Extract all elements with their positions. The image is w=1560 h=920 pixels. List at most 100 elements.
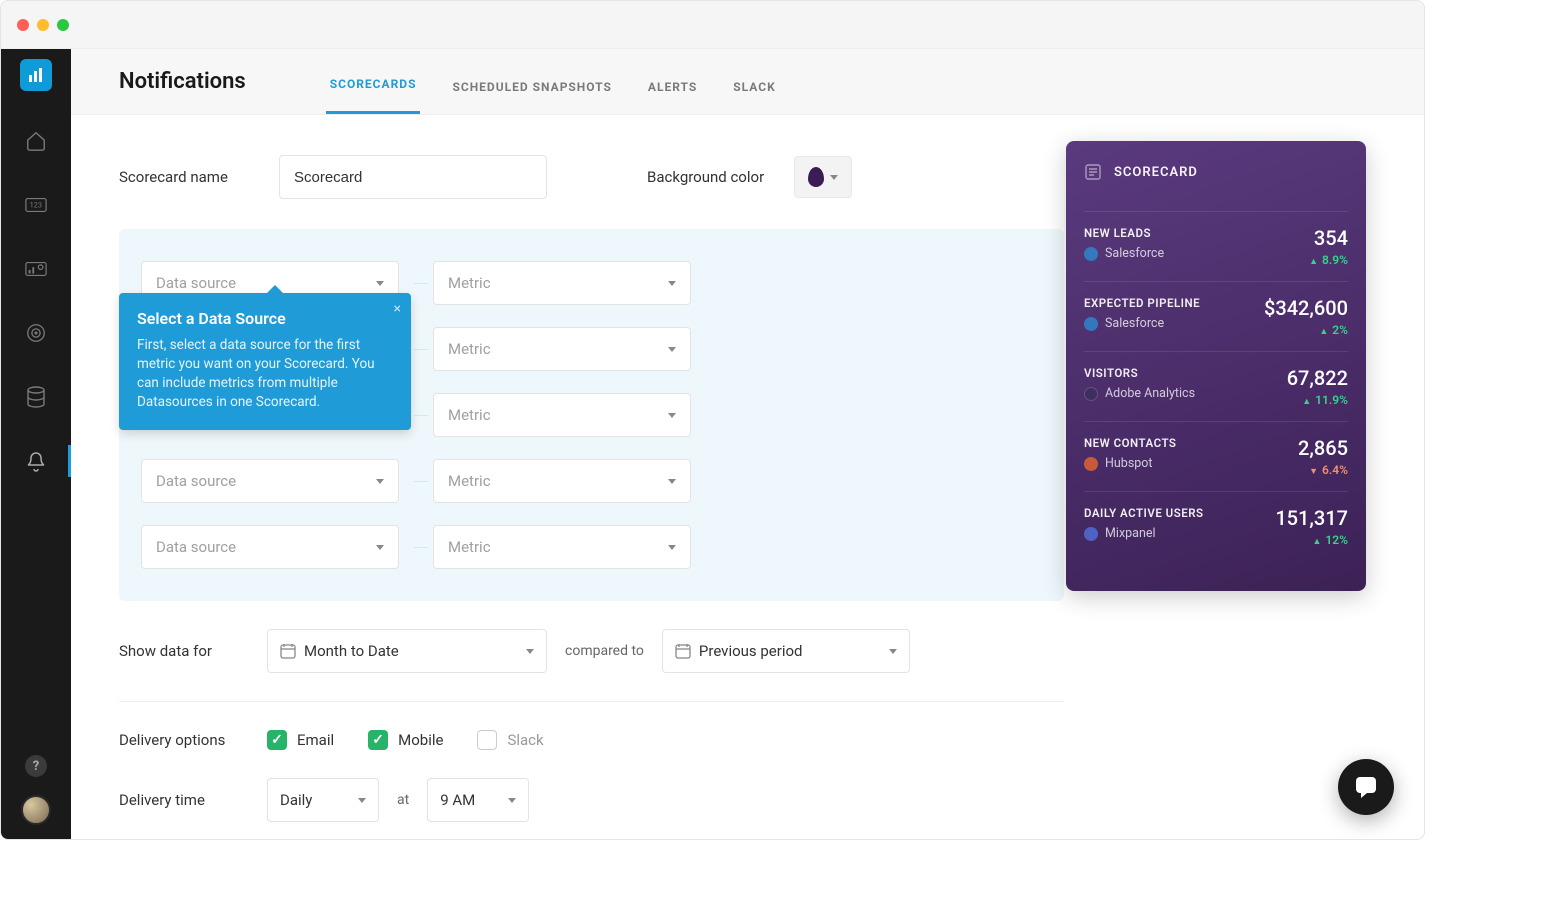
scorecard-name-input[interactable] [279, 155, 547, 199]
delivery-time-row: Delivery time Daily at 9 AM [119, 778, 1064, 822]
metric-select[interactable]: Metric [433, 327, 691, 371]
metric-row: Data source Metric [141, 459, 1042, 503]
hour-select[interactable]: 9 AM [427, 778, 529, 822]
divider [119, 701, 1064, 702]
metric-delta: 8.9% [1309, 253, 1348, 267]
window-titlebar [1, 1, 1424, 49]
scorecard-item: NEW LEADS Salesforce 354 8.9% [1084, 211, 1348, 281]
window-close-button[interactable] [17, 19, 29, 31]
sidebar-item-home[interactable] [1, 121, 71, 161]
coachmark-title: Select a Data Source [137, 309, 393, 328]
sidebar-item-metrics[interactable]: 123 [1, 185, 71, 225]
delivery-options: Email Mobile Slack [267, 730, 544, 750]
metric-select[interactable]: Metric [433, 459, 691, 503]
tab-scheduled-snapshots[interactable]: Scheduled Snapshots [448, 80, 615, 114]
sidebar-item-dashboards[interactable] [1, 249, 71, 289]
scorecard-icon [1084, 163, 1102, 181]
metric-value: 354 [1309, 226, 1348, 250]
chevron-down-icon [508, 798, 516, 803]
tab-scorecards[interactable]: Scorecards [326, 77, 421, 114]
chevron-down-icon [889, 649, 897, 654]
chevron-down-icon [526, 649, 534, 654]
frequency-select[interactable]: Daily [267, 778, 379, 822]
app-logo[interactable] [1, 49, 71, 101]
metric-source: Mixpanel [1105, 526, 1156, 541]
placeholder-text: Metric [448, 340, 491, 358]
checkbox-label: Mobile [398, 731, 443, 749]
sidebar-item-notifications[interactable] [1, 441, 71, 481]
database-icon [24, 385, 48, 409]
logo-icon [20, 59, 52, 91]
scorecard-header: SCORECARD [1084, 163, 1348, 181]
metric-name: EXPECTED PIPELINE [1084, 296, 1200, 310]
metric-source: Adobe Analytics [1105, 386, 1195, 401]
app-body: 123 ? Notifications Scorecards Scheduled… [1, 49, 1424, 839]
delivery-option-mobile[interactable]: Mobile [368, 730, 443, 750]
metric-select[interactable]: Metric [433, 261, 691, 305]
frequency-value: Daily [280, 791, 312, 809]
metric-source: Hubspot [1105, 456, 1153, 471]
bg-color-select[interactable] [794, 156, 852, 198]
scorecard-preview: SCORECARD NEW LEADS Salesforce 354 8.9% [1066, 141, 1366, 591]
metric-delta: 2% [1264, 323, 1348, 337]
sidebar-item-goals[interactable] [1, 313, 71, 353]
placeholder-text: Metric [448, 406, 491, 424]
placeholder-text: Metric [448, 472, 491, 490]
svg-text:123: 123 [30, 201, 42, 210]
data-source-select[interactable]: Data source [141, 525, 399, 569]
placeholder-text: Data source [156, 472, 236, 490]
metrics-icon: 123 [24, 193, 48, 217]
delivery-option-email[interactable]: Email [267, 730, 334, 750]
chevron-down-icon [668, 545, 676, 550]
show-data-label: Show data for [119, 642, 249, 660]
metric-select[interactable]: Metric [433, 393, 691, 437]
help-button[interactable]: ? [25, 755, 47, 777]
window-zoom-button[interactable] [57, 19, 69, 31]
checkbox-icon [368, 730, 388, 750]
compare-select[interactable]: Previous period [662, 629, 910, 673]
delivery-options-label: Delivery options [119, 731, 249, 749]
coachmark-close-button[interactable]: × [394, 301, 401, 317]
calendar-icon [675, 643, 691, 659]
source-badge-icon [1084, 457, 1098, 471]
window-minimize-button[interactable] [37, 19, 49, 31]
metric-name: NEW CONTACTS [1084, 436, 1176, 450]
app-window: 123 ? Notifications Scorecards Scheduled… [0, 0, 1425, 840]
tab-slack[interactable]: Slack [729, 80, 779, 114]
delivery-time-label: Delivery time [119, 791, 249, 809]
source-badge-icon [1084, 527, 1098, 541]
metric-name: VISITORS [1084, 366, 1195, 380]
scorecard-item: VISITORS Adobe Analytics 67,822 11.9% [1084, 351, 1348, 421]
compared-to-label: compared to [565, 643, 644, 659]
chat-launcher-button[interactable] [1338, 759, 1394, 815]
bg-color-label: Background color [647, 168, 764, 186]
placeholder-text: Metric [448, 538, 491, 556]
sidebar-item-data[interactable] [1, 377, 71, 417]
target-icon [24, 321, 48, 345]
delivery-options-row: Delivery options Email Mobile Slack [119, 730, 1064, 750]
bell-icon [24, 449, 48, 473]
at-label: at [397, 792, 409, 808]
metric-delta: 6.4% [1298, 463, 1348, 477]
home-icon [24, 129, 48, 153]
user-avatar[interactable] [21, 795, 51, 825]
data-source-select[interactable]: Data source [141, 459, 399, 503]
scorecard-name-label: Scorecard name [119, 168, 249, 186]
metric-delta: 11.9% [1287, 393, 1348, 407]
hour-value: 9 AM [440, 791, 475, 809]
chevron-down-icon [668, 347, 676, 352]
coachmark-tooltip: × Select a Data Source First, select a d… [119, 293, 411, 430]
tab-alerts[interactable]: Alerts [644, 80, 701, 114]
metric-delta: 12% [1275, 533, 1348, 547]
metric-select[interactable]: Metric [433, 525, 691, 569]
metric-source: Salesforce [1105, 246, 1164, 261]
scorecard-item: NEW CONTACTS Hubspot 2,865 6.4% [1084, 421, 1348, 491]
metric-value: 151,317 [1275, 506, 1348, 530]
placeholder-text: Data source [156, 274, 236, 292]
metric-name: NEW LEADS [1084, 226, 1164, 240]
date-range-select[interactable]: Month to Date [267, 629, 547, 673]
page-title: Notifications [119, 69, 246, 94]
delivery-option-slack[interactable]: Slack [477, 730, 543, 750]
chat-icon [1353, 774, 1379, 800]
placeholder-text: Metric [448, 274, 491, 292]
